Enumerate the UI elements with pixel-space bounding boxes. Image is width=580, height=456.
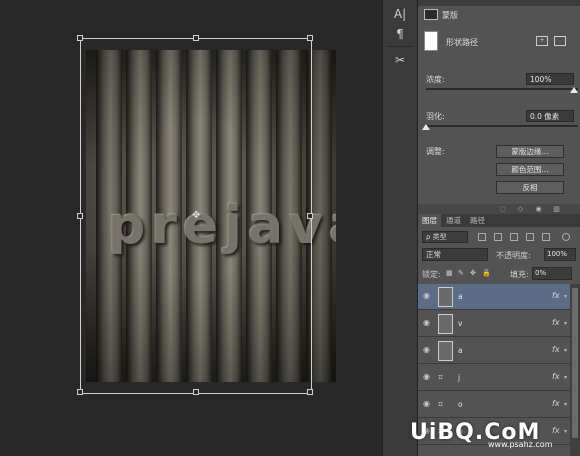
blend-row: 正常 不透明度: 100% — [418, 248, 580, 262]
opacity-input[interactable]: 100% — [544, 248, 576, 261]
layers-scrollbar[interactable] — [570, 284, 580, 456]
visibility-eye-icon[interactable]: ◉ — [423, 319, 432, 327]
load-selection-icon[interactable]: ◌ — [498, 205, 507, 213]
feather-input[interactable]: 0.0 像素 — [526, 110, 574, 122]
transform-handle-left[interactable] — [77, 213, 83, 219]
mask-icon — [424, 9, 438, 20]
layer-mask-thumbnail[interactable] — [438, 314, 453, 334]
expand-effects-icon[interactable]: ▾ — [564, 293, 567, 300]
transform-handle-right[interactable] — [307, 213, 313, 219]
filter-toggle-icon[interactable] — [562, 233, 570, 241]
expand-effects-icon[interactable]: ▾ — [564, 401, 567, 408]
select-mask-icon[interactable]: + — [536, 36, 548, 46]
blend-mode-select[interactable]: 正常 — [422, 248, 488, 261]
transform-handle-top-right[interactable] — [307, 35, 313, 41]
properties-footer: ◌ ◇ ◉ ▥ — [418, 204, 580, 214]
transform-handle-bottom-right[interactable] — [307, 389, 313, 395]
adjust-label: 调整: — [426, 147, 445, 156]
layer-row[interactable]: ◉ a fx ▾ — [418, 284, 570, 310]
layer-row[interactable]: ◉ a fx ▾ — [418, 338, 570, 364]
expand-effects-icon[interactable]: ▾ — [564, 374, 567, 381]
expand-effects-icon[interactable]: ▾ — [564, 320, 567, 327]
scrollbar-thumb[interactable] — [572, 288, 578, 438]
visibility-eye-icon[interactable]: ◉ — [423, 373, 432, 381]
watermark-url: www.psahz.com — [488, 440, 553, 449]
layer-filter-row: ρ 类型 — [418, 230, 580, 244]
visibility-eye-icon[interactable]: ◉ — [423, 292, 432, 300]
lock-row: 锁定: ▦ ✎ ✥ 🔒 填充: 0% — [418, 267, 580, 281]
transform-handle-bottom-left[interactable] — [77, 389, 83, 395]
divider — [387, 46, 413, 47]
shape-path-label: 形状路径 — [446, 38, 478, 47]
layer-effects-icon[interactable]: fx — [552, 399, 560, 408]
transform-handle-bottom[interactable] — [193, 389, 199, 395]
filter-type-select[interactable]: ρ 类型 — [422, 231, 468, 243]
density-input[interactable]: 100% — [526, 73, 574, 85]
feather-slider-track[interactable] — [426, 125, 578, 127]
layer-name[interactable]: o — [458, 400, 463, 409]
shape-path-thumbnail[interactable] — [424, 31, 438, 51]
layer-name[interactable]: v — [458, 319, 462, 328]
layer-row[interactable]: ◉ ⌗ j fx ▾ — [418, 365, 570, 391]
pixel-filter-icon[interactable] — [478, 233, 486, 241]
mask-title: 蒙版 — [442, 11, 458, 20]
visibility-eye-icon[interactable]: ◉ — [423, 400, 432, 408]
feather-label: 羽化: — [426, 112, 445, 121]
shape-filter-icon[interactable] — [526, 233, 534, 241]
layer-name[interactable]: a — [458, 292, 463, 301]
lock-transparency-icon[interactable]: ▦ — [446, 270, 453, 277]
expand-effects-icon[interactable]: ▾ — [564, 428, 567, 435]
tab-channels[interactable]: 通道 — [442, 214, 465, 227]
lock-pixels-icon[interactable]: ✎ — [458, 270, 465, 277]
density-label: 浓度: — [426, 75, 445, 84]
vector-mask-icon[interactable] — [554, 36, 566, 46]
visibility-eye-icon[interactable]: ◉ — [423, 346, 432, 354]
properties-tabbar — [418, 0, 580, 6]
document-canvas[interactable]: prejava ✥ — [0, 0, 382, 456]
tools-panel-icon[interactable]: ✂ — [389, 50, 411, 70]
shape-layer-icon[interactable]: ⌗ — [438, 400, 448, 410]
mask-edge-button[interactable]: 蒙版边缘... — [496, 145, 564, 158]
lock-position-icon[interactable]: ✥ — [470, 270, 477, 277]
invert-button[interactable]: 反相 — [496, 181, 564, 194]
layer-effects-icon[interactable]: fx — [552, 426, 560, 435]
layer-effects-icon[interactable]: fx — [552, 318, 560, 327]
transform-handle-top-left[interactable] — [77, 35, 83, 41]
layer-name[interactable]: j — [458, 373, 460, 382]
lock-all-icon[interactable]: 🔒 — [482, 270, 491, 277]
move-cursor-icon: ✥ — [192, 210, 201, 221]
apply-mask-icon[interactable]: ◇ — [516, 205, 525, 213]
layer-effects-icon[interactable]: fx — [552, 345, 560, 354]
character-panel-icon[interactable]: A| — [389, 4, 411, 24]
panel-icon-strip: A| ¶ ✂ — [382, 0, 418, 456]
feather-slider-knob[interactable] — [422, 124, 430, 130]
lock-label: 锁定: — [422, 270, 441, 279]
delete-mask-icon[interactable]: ▥ — [552, 205, 561, 213]
layer-row[interactable]: ◉ ⌗ o fx ▾ — [418, 392, 570, 418]
layer-mask-thumbnail[interactable] — [438, 341, 453, 361]
fill-input[interactable]: 0% — [532, 267, 572, 280]
layers-tabbar: 图层 通道 路径 — [418, 214, 580, 227]
properties-panel: 蒙版 形状路径 + 浓度: 100% 羽化: 0.0 像素 调整: 蒙版边缘..… — [418, 0, 580, 214]
layer-name[interactable]: a — [458, 346, 463, 355]
type-filter-icon[interactable] — [510, 233, 518, 241]
paragraph-panel-icon[interactable]: ¶ — [389, 24, 411, 44]
tab-paths[interactable]: 路径 — [466, 214, 489, 227]
expand-effects-icon[interactable]: ▾ — [564, 347, 567, 354]
shape-layer-icon[interactable]: ⌗ — [438, 373, 448, 383]
color-range-button[interactable]: 颜色范围... — [496, 163, 564, 176]
layer-row[interactable]: ◉ v fx ▾ — [418, 311, 570, 337]
density-slider-knob[interactable] — [570, 87, 578, 93]
transform-handle-top[interactable] — [193, 35, 199, 41]
visibility-icon[interactable]: ◉ — [534, 205, 543, 213]
adjustment-filter-icon[interactable] — [494, 233, 502, 241]
layer-mask-thumbnail[interactable] — [438, 287, 453, 307]
opacity-label: 不透明度: — [496, 251, 531, 260]
smart-object-filter-icon[interactable] — [542, 233, 550, 241]
density-slider-track[interactable] — [426, 88, 578, 90]
layer-effects-icon[interactable]: fx — [552, 372, 560, 381]
fill-label: 填充: — [510, 270, 529, 279]
tab-layers[interactable]: 图层 — [418, 214, 441, 227]
layer-effects-icon[interactable]: fx — [552, 291, 560, 300]
